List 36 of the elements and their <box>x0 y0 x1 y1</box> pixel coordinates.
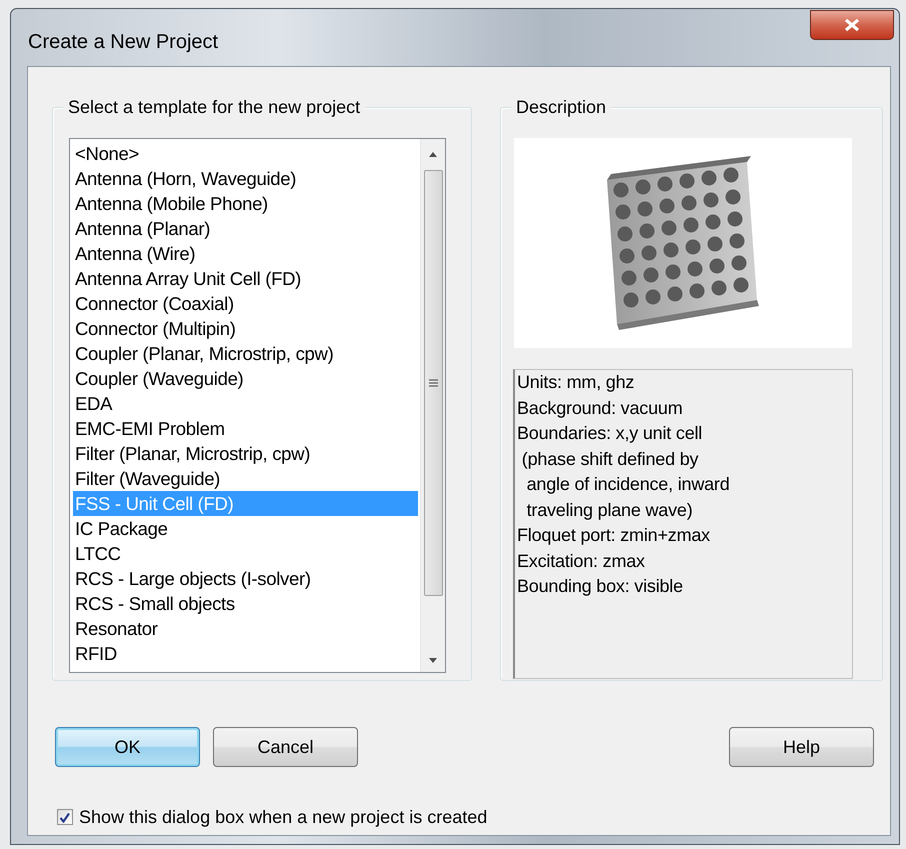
list-item[interactable]: Antenna (Horn, Waveguide) <box>73 166 418 191</box>
list-item[interactable]: Connector (Coaxial) <box>73 291 418 316</box>
list-item[interactable]: RCS - Large objects (I-solver) <box>73 566 418 591</box>
help-button[interactable]: Help <box>729 727 874 767</box>
list-item[interactable]: Filter (Planar, Microstrip, cpw) <box>73 441 418 466</box>
list-item[interactable]: Coupler (Waveguide) <box>73 366 418 391</box>
scroll-thumb[interactable] <box>424 170 442 596</box>
checkbox[interactable] <box>57 809 73 826</box>
list-item[interactable]: Antenna Array Unit Cell (FD) <box>73 266 418 291</box>
list-item[interactable]: <None> <box>73 141 418 166</box>
list-item[interactable]: EDA <box>73 391 418 416</box>
description-text: Units: mm, ghz Background: vacuum Boundaries: x,y unit cell (phase shift defined by angle of incidence, inward traveling plane wave) Floquet port: zmin+zmax Excitation: zmax Bounding box: visible <box>513 369 853 679</box>
list-item[interactable]: RFID <box>73 641 418 666</box>
list-item[interactable]: Coupler (Planar, Microstrip, cpw) <box>73 341 418 366</box>
cancel-button[interactable]: Cancel <box>213 727 358 767</box>
close-icon <box>844 18 860 32</box>
scroll-down-icon[interactable] <box>428 657 438 664</box>
ok-button[interactable]: OK <box>55 727 200 767</box>
list-item[interactable]: Resonator <box>73 616 418 641</box>
list-item[interactable]: IC Package <box>73 516 418 541</box>
list-item[interactable]: Filter (Waveguide) <box>73 466 418 491</box>
close-button[interactable] <box>810 10 894 40</box>
list-item[interactable]: Antenna (Planar) <box>73 216 418 241</box>
window-title: Create a New Project <box>28 31 218 54</box>
list-item[interactable]: EMC-EMI Problem <box>73 416 418 441</box>
list-item[interactable]: RCS - Small objects <box>73 591 418 616</box>
template-list[interactable] <box>69 138 446 673</box>
list-item[interactable]: Connector (Multipin) <box>73 316 418 341</box>
list-item[interactable]: Antenna (Mobile Phone) <box>73 191 418 216</box>
check-icon <box>59 812 71 823</box>
scroll-up-icon[interactable] <box>428 151 438 158</box>
scrollbar[interactable] <box>420 139 445 672</box>
list-item[interactable]: LTCC <box>73 541 418 566</box>
checkbox-label: Show this dialog box when a new project is created <box>79 806 488 828</box>
list-item[interactable]: Antenna (Wire) <box>73 241 418 266</box>
grip-icon <box>428 379 438 387</box>
